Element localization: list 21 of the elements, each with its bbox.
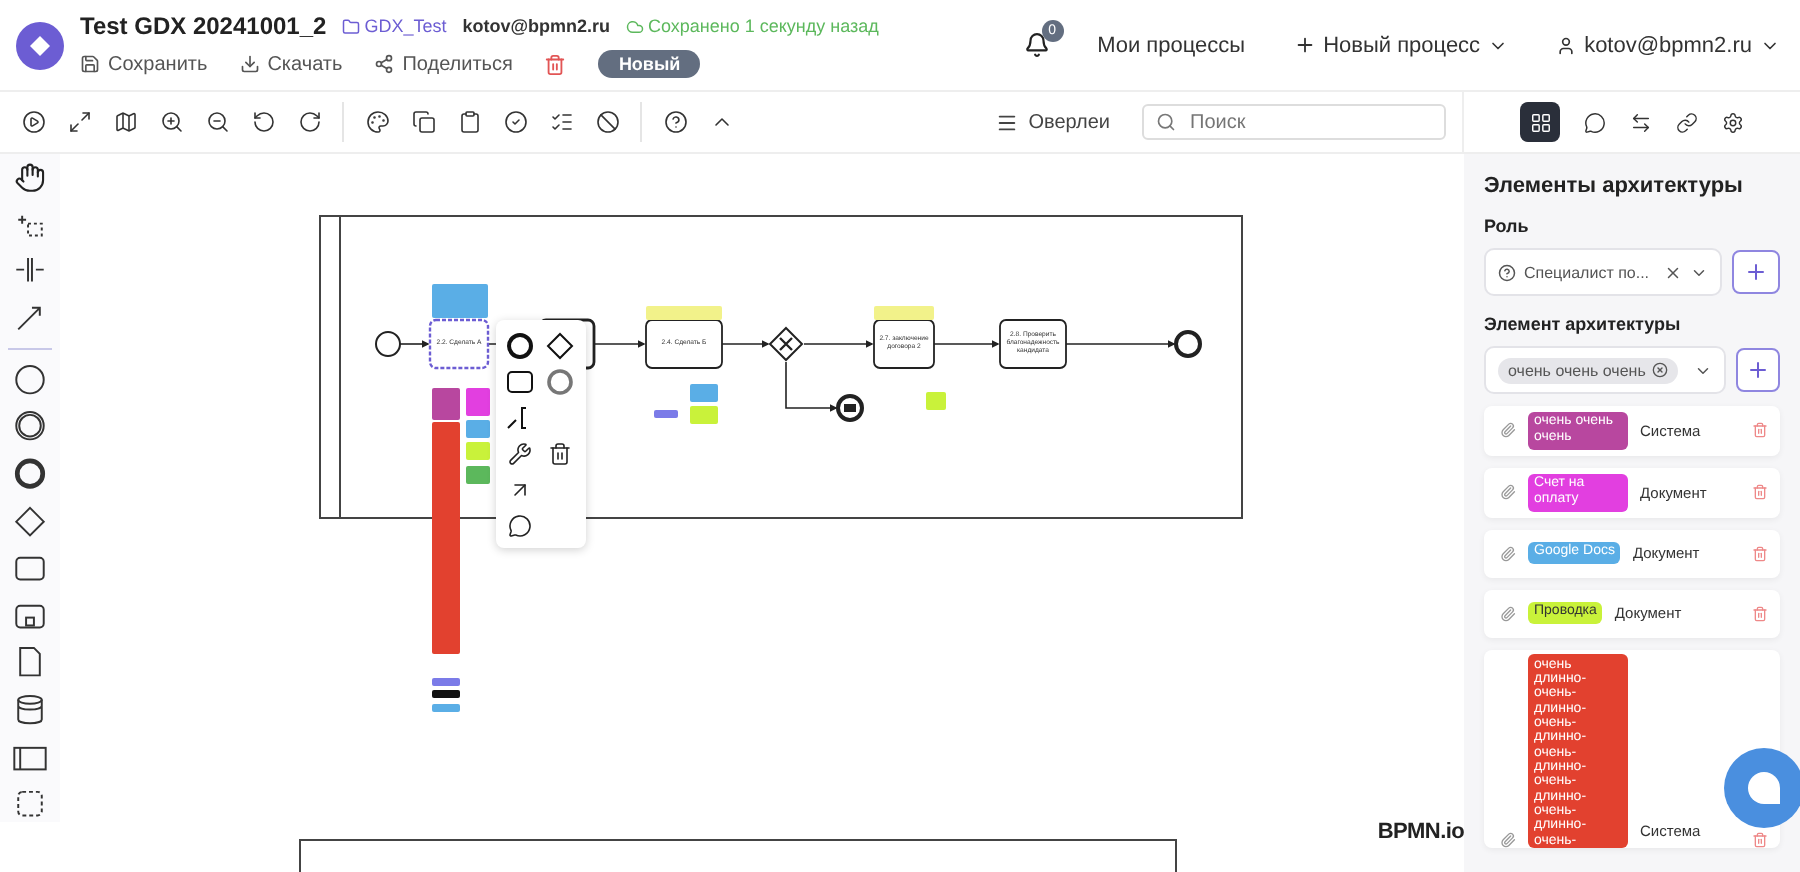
element-select[interactable]: очень очень очень xyxy=(1484,346,1726,394)
search-field[interactable]: Поиск xyxy=(1186,109,1394,135)
document-title: Test GDX 20241001_2 xyxy=(80,12,327,40)
status-badge: Новый xyxy=(598,50,701,78)
new-process-menu[interactable]: Новый процесс xyxy=(1293,33,1509,57)
download-button[interactable]: Скачать xyxy=(239,53,343,75)
element-label: Элемент архитектуры xyxy=(1484,314,1683,334)
my-processes-link[interactable]: Мои процессы xyxy=(1097,33,1246,57)
save-status: Сохранено 1 секунду назад xyxy=(626,16,879,36)
role-select[interactable]: Специалист по... xyxy=(1484,248,1722,296)
share-button[interactable]: Поделиться xyxy=(374,53,513,75)
panel-title: Элементы архитектуры xyxy=(1484,174,1745,198)
search-box[interactable]: Поиск xyxy=(1142,104,1446,140)
folder-link[interactable]: GDX_Test xyxy=(342,16,447,36)
owner-email: kotov@bpmn2.ru xyxy=(462,16,610,36)
save-button[interactable]: Сохранить xyxy=(80,53,208,75)
overlays-button[interactable]: Оверлеи xyxy=(984,109,1122,135)
user-menu[interactable]: kotov@bpmn2.ru xyxy=(1556,33,1780,57)
role-label: Роль xyxy=(1484,216,1531,236)
bpmn-logo[interactable]: BPMN.io xyxy=(1377,820,1464,844)
element-chip[interactable]: очень очень очень xyxy=(1498,357,1678,383)
